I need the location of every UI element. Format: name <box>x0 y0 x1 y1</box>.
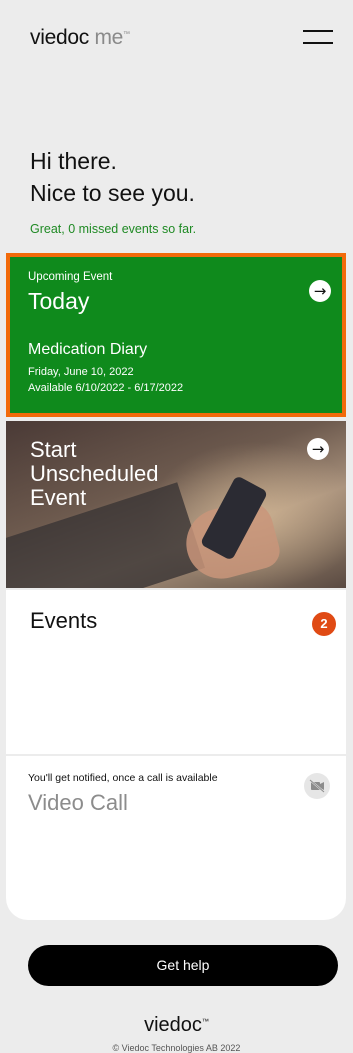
start-unscheduled-event-card[interactable]: Start Unscheduled Event → <box>6 421 346 588</box>
greeting-line-2: Nice to see you. <box>30 180 195 206</box>
footer-logo-tm: ™ <box>201 1018 209 1026</box>
greeting-line-1: Hi there. <box>30 148 117 174</box>
upcoming-event-availability: Available 6/10/2022 - 6/17/2022 <box>28 382 184 394</box>
footer-logo-text: viedoc <box>144 1014 202 1036</box>
arrow-right-icon[interactable]: → <box>307 438 329 460</box>
unscheduled-line-3: Event <box>30 485 87 510</box>
logo-tm: ™ <box>123 31 130 38</box>
video-call-card: You'll get notified, once a call is avai… <box>6 756 346 920</box>
upcoming-event-card[interactable]: Upcoming Event Today → Medication Diary … <box>6 253 346 417</box>
unscheduled-line-2: Unscheduled <box>30 461 159 486</box>
footer-logo: viedoc™ <box>0 1014 353 1037</box>
upcoming-event-date: Friday, June 10, 2022 <box>28 366 134 378</box>
events-count-badge: 2 <box>312 612 336 636</box>
upcoming-event-day: Today <box>28 288 90 314</box>
logo-main: viedoc <box>30 26 89 49</box>
upcoming-event-label: Upcoming Event <box>28 271 113 283</box>
get-help-button[interactable]: Get help <box>28 945 338 986</box>
events-card[interactable]: Events 2 <box>6 590 346 754</box>
video-call-note: You'll get notified, once a call is avai… <box>28 772 218 784</box>
logo-sub: me <box>94 26 124 49</box>
unscheduled-line-1: Start <box>30 437 77 462</box>
video-off-icon <box>304 773 330 799</box>
missed-events-status: Great, 0 missed events so far. <box>30 222 197 236</box>
video-call-title: Video Call <box>28 790 128 815</box>
events-title: Events <box>30 608 98 633</box>
upcoming-event-name: Medication Diary <box>28 341 148 358</box>
arrow-right-icon[interactable]: → <box>309 280 331 302</box>
viedoc-me-logo: viedoc me™ <box>30 26 130 50</box>
top-bar: viedoc me™ <box>0 0 353 75</box>
hamburger-menu-icon[interactable] <box>303 27 333 47</box>
